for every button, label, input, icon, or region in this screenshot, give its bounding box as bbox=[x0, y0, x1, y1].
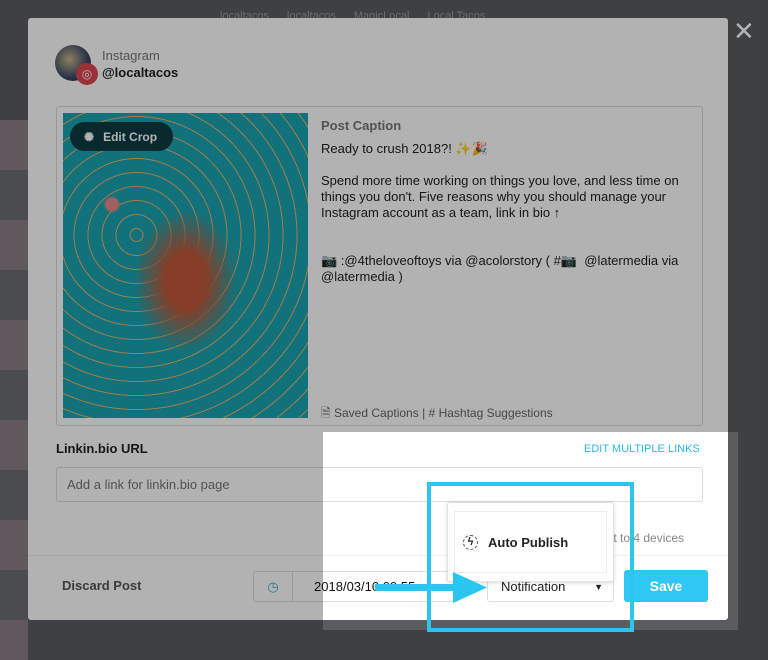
linkin-label: Linkin.bio URL bbox=[56, 441, 148, 456]
arrow-shaft bbox=[375, 584, 455, 591]
background-media-library bbox=[0, 120, 28, 660]
highlight-box bbox=[427, 482, 634, 632]
clock-icon: ◷ bbox=[254, 572, 293, 601]
edit-crop-label: Edit Crop bbox=[103, 129, 158, 144]
post-image bbox=[63, 113, 308, 418]
caption-textarea[interactable]: Ready to crush 2018?! ✨🎉 Spend more time… bbox=[321, 141, 696, 285]
edit-crop-button[interactable]: ✺ Edit Crop bbox=[70, 122, 173, 151]
hashtag-icon: # bbox=[428, 406, 436, 420]
separator: | bbox=[422, 406, 426, 420]
document-icon: 🗎 bbox=[321, 406, 331, 420]
hashtag-suggestions-link[interactable]: Hashtag Suggestions bbox=[439, 406, 553, 420]
instagram-icon: ◎ bbox=[76, 63, 98, 85]
caption-heading: Post Caption bbox=[321, 118, 402, 133]
arrow-head bbox=[453, 572, 487, 603]
saved-captions-link[interactable]: Saved Captions bbox=[334, 406, 419, 420]
discard-post-button[interactable]: Discard Post bbox=[62, 578, 141, 593]
close-icon[interactable]: ✕ bbox=[733, 18, 755, 44]
arrow-annotation bbox=[375, 572, 487, 603]
account-handle: @localtacos bbox=[102, 65, 179, 80]
crop-icon: ✺ bbox=[84, 129, 95, 144]
network-label: Instagram bbox=[102, 48, 160, 63]
caption-tools: 🗎 Saved Captions | # Hashtag Suggestions bbox=[321, 404, 553, 425]
